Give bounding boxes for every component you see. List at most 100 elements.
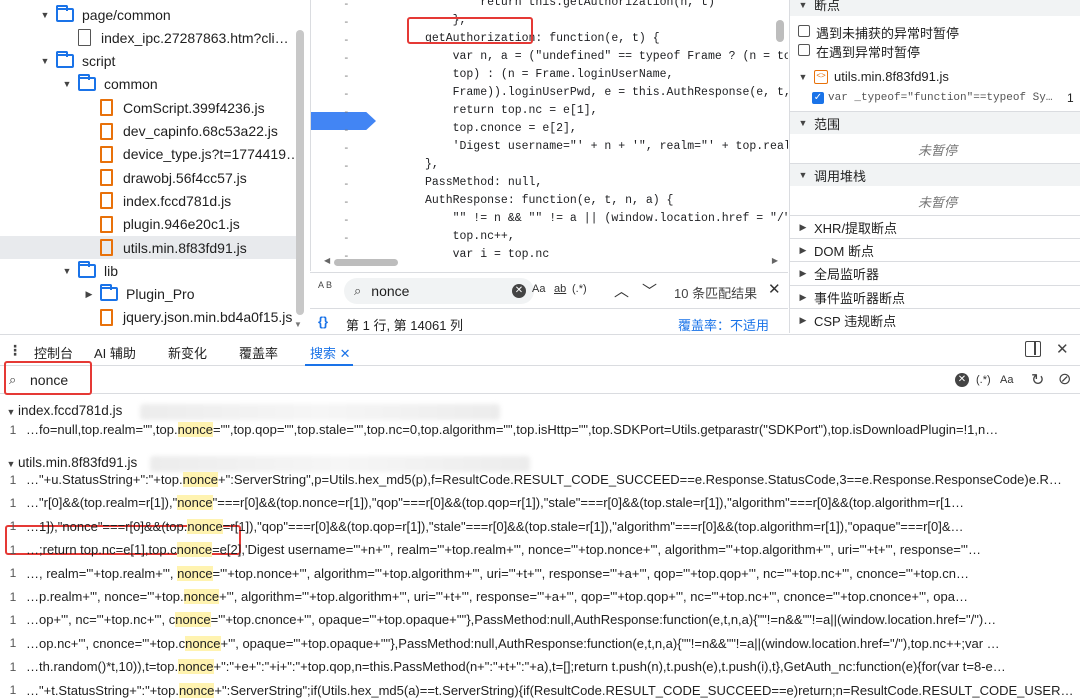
- breakpoints-header[interactable]: ▼ 断点: [790, 0, 1080, 16]
- match-case-toggle[interactable]: Aa: [1000, 374, 1013, 386]
- scope-header[interactable]: ▼ 范围: [790, 111, 1080, 134]
- search-result-line[interactable]: 1 …p.realm+'", nonce="'+top.nonce+'", alg…: [0, 585, 1080, 608]
- tree-item[interactable]: utils.min.8f83fd91.js: [0, 236, 300, 259]
- chevron-down-icon[interactable]: ▼: [62, 79, 72, 89]
- chevron-down-icon[interactable]: ▼: [62, 266, 72, 276]
- xhr-breakpoints-row[interactable]: ▶ XHR/提取断点: [790, 215, 1080, 238]
- tree-item[interactable]: ComScript.399f4236.js: [0, 96, 300, 119]
- gutter-marker[interactable]: -: [343, 195, 351, 208]
- gutter-marker[interactable]: -: [343, 69, 351, 82]
- tree-item[interactable]: ▶ Plugin_Pro: [0, 283, 300, 306]
- gutter-marker[interactable]: -: [343, 33, 351, 46]
- search-result-line[interactable]: 1 …"+u.StatusString+":"+top.nonce+":Serve…: [0, 468, 1080, 491]
- close-icon[interactable]: ✕: [768, 280, 781, 298]
- code-line[interactable]: return top.nc = e[1],: [425, 104, 598, 117]
- tree-item[interactable]: index_ipc.27287863.htm?cli…: [0, 26, 300, 49]
- chevron-down-icon[interactable]: ▼: [40, 56, 50, 66]
- code-line[interactable]: top) : (n = Frame.loginUserName,: [425, 68, 674, 81]
- gutter-marker[interactable]: -: [343, 51, 351, 64]
- code-editor[interactable]: - return this.getAuthorization(n, t) - },…: [310, 0, 788, 271]
- breakpoint-checkbox[interactable]: ✓: [812, 92, 824, 104]
- tab-changes[interactable]: 新变化: [168, 343, 207, 362]
- regex-toggle[interactable]: (.*): [572, 283, 587, 295]
- code-line[interactable]: var n, a = ("undefined" == typeof Frame …: [425, 50, 788, 63]
- code-line[interactable]: PassMethod: null,: [425, 176, 542, 189]
- gutter-marker[interactable]: -: [343, 231, 351, 244]
- code-line[interactable]: Frame)).loginUserPwd, e = this.AuthRespo…: [425, 86, 788, 99]
- result-file-header[interactable]: ▼ index.fccd781d.js: [6, 403, 123, 418]
- search-result-line[interactable]: 1 …;return top.nc=e[1],top.cnonce=e[2],'D…: [0, 538, 1080, 561]
- code-line[interactable]: AuthResponse: function(e, t, n, a) {: [425, 194, 673, 207]
- code-line[interactable]: top.cnonce = e[2],: [425, 122, 577, 135]
- gutter-marker[interactable]: -: [343, 141, 351, 154]
- tree-item[interactable]: dev_capinfo.68c53a22.js: [0, 120, 300, 143]
- dock-side-icon[interactable]: [1025, 341, 1041, 357]
- tree-item[interactable]: device_type.js?t=1774419…: [0, 143, 300, 166]
- tree-item[interactable]: index.fccd781d.js: [0, 189, 300, 212]
- replace-toggle-icon[interactable]: A B: [318, 281, 332, 290]
- global-listeners-row[interactable]: ▶ 全局监听器: [790, 261, 1080, 284]
- editor-vertical-scrollbar[interactable]: [776, 20, 784, 42]
- breakpoint-file-row[interactable]: ▼ <> utils.min.8f83fd91.js: [790, 65, 1080, 88]
- code-line[interactable]: top.nc++,: [425, 230, 515, 243]
- whole-word-toggle[interactable]: ab: [554, 283, 566, 295]
- code-line[interactable]: 'Digest username="' + n + '", realm="' +…: [425, 140, 788, 153]
- scroll-right-icon[interactable]: ▶: [772, 256, 778, 265]
- code-line[interactable]: "" != n && "" != a || (window.location.h…: [425, 212, 788, 225]
- search-result-line[interactable]: 1 …op+'", nc="'+top.nc+'", cnonce="'+top.…: [0, 608, 1080, 631]
- callstack-header[interactable]: ▼ 调用堆栈: [790, 163, 1080, 186]
- close-tab-icon[interactable]: ✕: [340, 346, 351, 361]
- gutter-marker[interactable]: -: [343, 105, 351, 118]
- editor-horizontal-scrollbar[interactable]: ◀ ▶: [324, 256, 778, 267]
- cancel-search-icon[interactable]: ⊘: [1058, 369, 1071, 389]
- tree-scrollbar[interactable]: [296, 30, 304, 315]
- tree-item[interactable]: plugin.946e20c1.js: [0, 213, 300, 236]
- tab-coverage[interactable]: 覆盖率: [239, 343, 278, 362]
- pretty-print-icon[interactable]: {}: [318, 314, 328, 329]
- refresh-icon[interactable]: ↻: [1031, 370, 1044, 390]
- tab-ai-assistance[interactable]: AI 辅助: [94, 343, 136, 362]
- search-result-line[interactable]: 1 …th.random()*t,10)),t=top.nonce+":"+e+"…: [0, 655, 1080, 678]
- tree-item[interactable]: jquery.json.min.bd4a0f15.js: [0, 306, 300, 329]
- search-result-line[interactable]: 1 …1]),"nonce"===r[0]&&(top.nonce=r[1]),"…: [0, 515, 1080, 538]
- gutter-marker[interactable]: -: [343, 159, 351, 172]
- search-result-line[interactable]: 1 …"+t.StatusString+":"+top.nonce+":Serve…: [0, 679, 1080, 699]
- search-result-line[interactable]: 1 …op.nc+'", cnonce="'+top.cnonce+'", opa…: [0, 632, 1080, 655]
- code-line[interactable]: },: [425, 158, 439, 171]
- match-case-toggle[interactable]: Aa: [532, 283, 545, 295]
- tree-item[interactable]: ▼ page/common: [0, 3, 300, 26]
- csp-breakpoints-row[interactable]: ▶ CSP 违规断点: [790, 308, 1080, 331]
- regex-toggle[interactable]: (.*): [976, 374, 991, 386]
- search-result-line[interactable]: 1 …, realm="'+top.realm+'", nonce="'+top.…: [0, 562, 1080, 585]
- breakpoint-code[interactable]: var _typeof="function"==typeof Sy…: [828, 92, 1052, 104]
- gutter-marker[interactable]: -: [343, 123, 351, 136]
- dom-breakpoints-row[interactable]: ▶ DOM 断点: [790, 238, 1080, 261]
- gutter-marker[interactable]: -: [343, 87, 351, 100]
- gutter-marker[interactable]: -: [343, 15, 351, 28]
- gutter-marker[interactable]: -: [343, 177, 351, 190]
- gutter-marker[interactable]: -: [343, 0, 351, 10]
- clear-search-icon[interactable]: ✕: [955, 373, 969, 387]
- tree-item[interactable]: ▼ script: [0, 50, 300, 73]
- search-result-line[interactable]: 1 …"r[0]&&(top.realm=r[1]),"nonce"===r[0]…: [0, 491, 1080, 514]
- tree-item[interactable]: drawobj.56f4cc57.js: [0, 166, 300, 189]
- tree-scroll-down-icon[interactable]: ▼: [294, 320, 302, 329]
- gutter-marker[interactable]: -: [343, 213, 351, 226]
- pause-uncaught-checkbox[interactable]: [798, 25, 810, 37]
- close-drawer-icon[interactable]: ✕: [1056, 340, 1069, 358]
- find-input-value[interactable]: nonce: [371, 283, 409, 299]
- coverage-link[interactable]: 覆盖率：不适用: [678, 315, 769, 334]
- chevron-right-icon[interactable]: ▶: [84, 289, 94, 299]
- tree-item[interactable]: ▼ common: [0, 73, 300, 96]
- next-match-icon[interactable]: ﹀: [642, 280, 657, 301]
- find-input[interactable]: ⌕ nonce ✕: [344, 278, 534, 304]
- previous-match-icon[interactable]: ︿: [614, 280, 629, 301]
- code-line[interactable]: return this.getAuthorization(n, t): [425, 0, 715, 9]
- search-result-line[interactable]: 1 …fo=null,top.realm="",top.nonce="",top.…: [0, 418, 1080, 441]
- event-listener-breakpoints-row[interactable]: ▶ 事件监听器断点: [790, 285, 1080, 308]
- tree-item[interactable]: ▼ lib: [0, 259, 300, 282]
- scroll-left-icon[interactable]: ◀: [324, 256, 330, 265]
- clear-icon[interactable]: ✕: [512, 284, 526, 298]
- tab-console[interactable]: 控制台: [34, 343, 73, 362]
- chevron-down-icon[interactable]: ▼: [40, 10, 50, 20]
